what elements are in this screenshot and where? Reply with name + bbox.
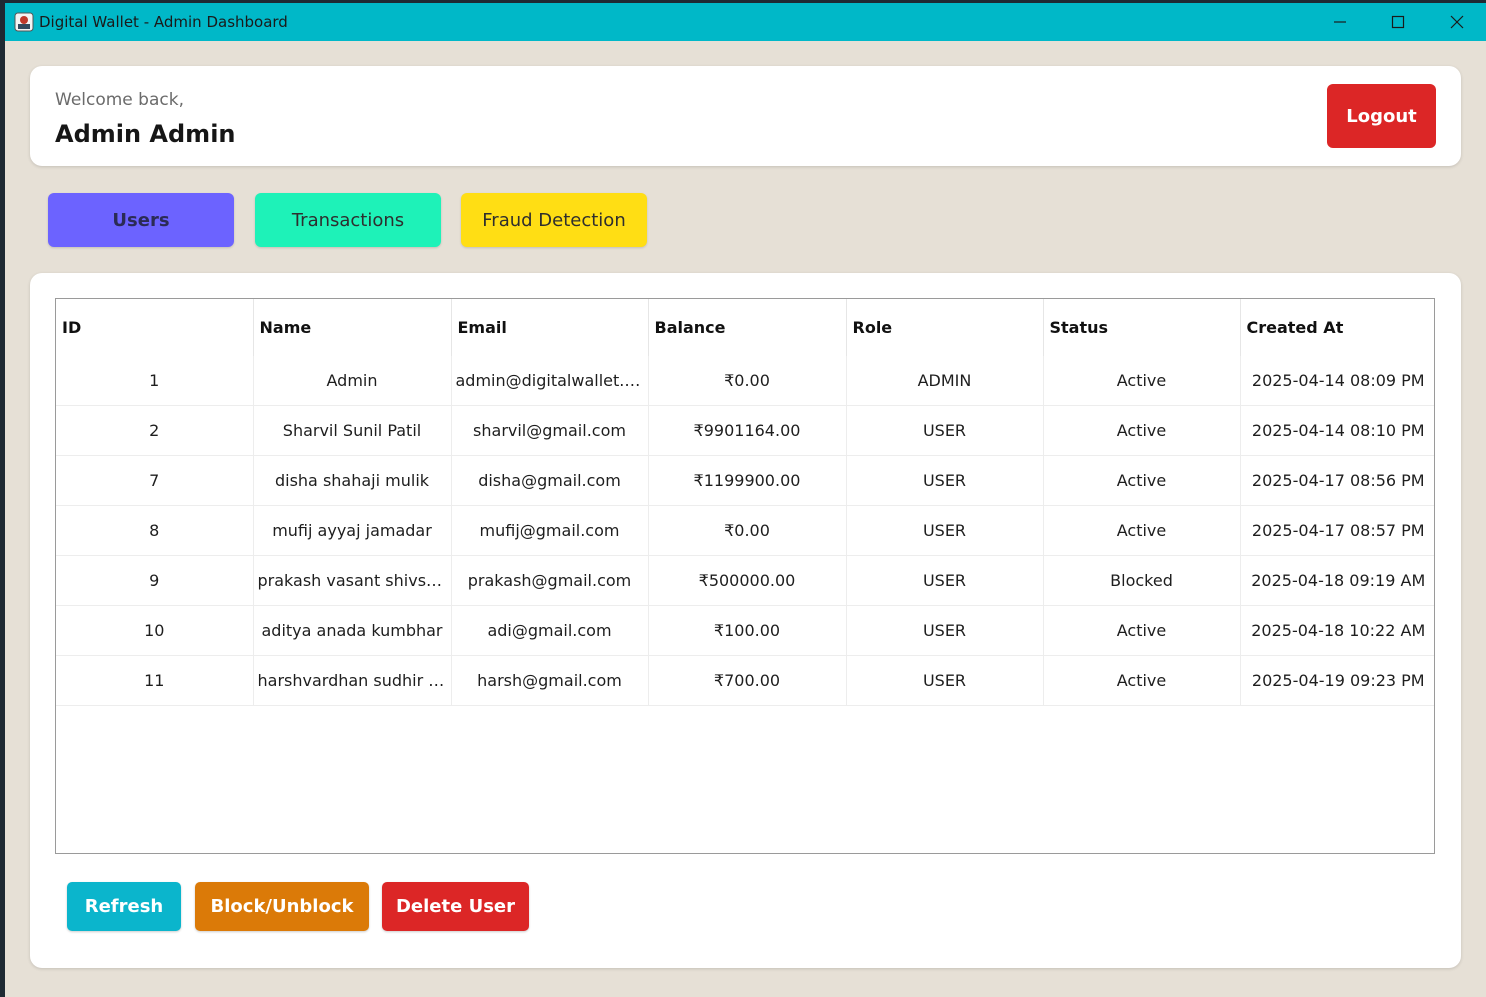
app-icon [14, 12, 34, 32]
cell-created-at: 2025-04-14 08:09 PM [1240, 356, 1434, 406]
column-header-id[interactable]: ID [56, 299, 254, 356]
welcome-text: Welcome back, [55, 90, 184, 110]
app-window: Digital Wallet - Admin Dashboard Welcome… [5, 3, 1486, 997]
minimize-icon [1334, 21, 1346, 23]
cell-created-at: 2025-04-14 08:10 PM [1240, 405, 1434, 456]
cell-status: Active [1043, 455, 1241, 506]
cell-created-at: 2025-04-17 08:56 PM [1240, 455, 1434, 506]
cell-balance: ₹0.00 [648, 505, 847, 556]
cell-created-at: 2025-04-19 09:23 PM [1240, 655, 1434, 706]
table-row[interactable]: 1 Admin admin@digitalwallet.c... ₹0.00 A… [56, 356, 1434, 406]
cell-id: 1 [56, 356, 254, 406]
column-header-status[interactable]: Status [1043, 299, 1241, 356]
cell-role: ADMIN [846, 356, 1044, 406]
cell-balance: ₹0.00 [648, 356, 847, 406]
table-row[interactable]: 9 prakash vasant shivsha... prakash@gmai… [56, 555, 1434, 606]
column-header-role[interactable]: Role [846, 299, 1044, 356]
cell-created-at: 2025-04-17 08:57 PM [1240, 505, 1434, 556]
column-header-created-at[interactable]: Created At [1240, 299, 1434, 356]
welcome-card: Welcome back, Admin Admin Logout [30, 66, 1461, 166]
cell-name: Admin [253, 356, 452, 406]
window-title: Digital Wallet - Admin Dashboard [39, 13, 288, 31]
logout-button[interactable]: Logout [1327, 84, 1436, 148]
cell-email: prakash@gmail.com [451, 555, 649, 606]
cell-name: prakash vasant shivsha... [253, 555, 452, 606]
cell-role: USER [846, 655, 1044, 706]
users-table: ID Name Email Balance Role Status Create… [56, 299, 1434, 706]
cell-balance: ₹9901164.00 [648, 405, 847, 456]
cell-name: disha shahaji mulik [253, 455, 452, 506]
cell-email: sharvil@gmail.com [451, 405, 649, 456]
cell-role: USER [846, 555, 1044, 606]
maximize-icon [1391, 15, 1405, 29]
minimize-button[interactable] [1311, 3, 1369, 41]
cell-created-at: 2025-04-18 10:22 AM [1240, 605, 1434, 656]
cell-balance: ₹700.00 [648, 655, 847, 706]
cell-id: 9 [56, 555, 254, 606]
cell-balance: ₹500000.00 [648, 555, 847, 606]
tab-users[interactable]: Users [48, 193, 234, 247]
admin-name: Admin Admin [55, 120, 236, 148]
tab-transactions[interactable]: Transactions [255, 193, 441, 247]
cell-name: harshvardhan sudhir p... [253, 655, 452, 706]
users-table-container[interactable]: ID Name Email Balance Role Status Create… [55, 298, 1435, 854]
table-header-row: ID Name Email Balance Role Status Create… [56, 299, 1434, 356]
cell-balance: ₹100.00 [648, 605, 847, 656]
close-button[interactable] [1428, 3, 1486, 41]
cell-balance: ₹1199900.00 [648, 455, 847, 506]
cell-id: 8 [56, 505, 254, 556]
cell-email: adi@gmail.com [451, 605, 649, 656]
column-header-name[interactable]: Name [253, 299, 452, 356]
table-row[interactable]: 11 harshvardhan sudhir p... harsh@gmail.… [56, 655, 1434, 706]
table-row[interactable]: 7 disha shahaji mulik disha@gmail.com ₹1… [56, 455, 1434, 506]
cell-name: mufij ayyaj jamadar [253, 505, 452, 556]
refresh-button[interactable]: Refresh [67, 882, 181, 931]
cell-id: 10 [56, 605, 254, 656]
title-bar[interactable]: Digital Wallet - Admin Dashboard [5, 3, 1486, 41]
table-row[interactable]: 8 mufij ayyaj jamadar mufij@gmail.com ₹0… [56, 505, 1434, 556]
cell-role: USER [846, 405, 1044, 456]
cell-role: USER [846, 455, 1044, 506]
cell-email: mufij@gmail.com [451, 505, 649, 556]
cell-name: aditya anada kumbhar [253, 605, 452, 656]
cell-status: Blocked [1043, 555, 1241, 606]
cell-id: 2 [56, 405, 254, 456]
users-card: ID Name Email Balance Role Status Create… [30, 273, 1461, 968]
block-unblock-button[interactable]: Block/Unblock [195, 882, 369, 931]
maximize-button[interactable] [1369, 3, 1427, 41]
cell-role: USER [846, 505, 1044, 556]
column-header-email[interactable]: Email [451, 299, 649, 356]
close-icon [1450, 15, 1464, 29]
cell-status: Active [1043, 655, 1241, 706]
cell-name: Sharvil Sunil Patil [253, 405, 452, 456]
cell-status: Active [1043, 505, 1241, 556]
table-row[interactable]: 2 Sharvil Sunil Patil sharvil@gmail.com … [56, 405, 1434, 456]
cell-email: disha@gmail.com [451, 455, 649, 506]
delete-user-button[interactable]: Delete User [382, 882, 529, 931]
cell-role: USER [846, 605, 1044, 656]
cell-status: Active [1043, 405, 1241, 456]
cell-email: harsh@gmail.com [451, 655, 649, 706]
cell-status: Active [1043, 605, 1241, 656]
cell-status: Active [1043, 356, 1241, 406]
cell-created-at: 2025-04-18 09:19 AM [1240, 555, 1434, 606]
cell-email: admin@digitalwallet.c... [451, 356, 649, 406]
table-row[interactable]: 10 aditya anada kumbhar adi@gmail.com ₹1… [56, 605, 1434, 656]
cell-id: 7 [56, 455, 254, 506]
cell-id: 11 [56, 655, 254, 706]
tab-fraud-detection[interactable]: Fraud Detection [461, 193, 647, 247]
column-header-balance[interactable]: Balance [648, 299, 847, 356]
